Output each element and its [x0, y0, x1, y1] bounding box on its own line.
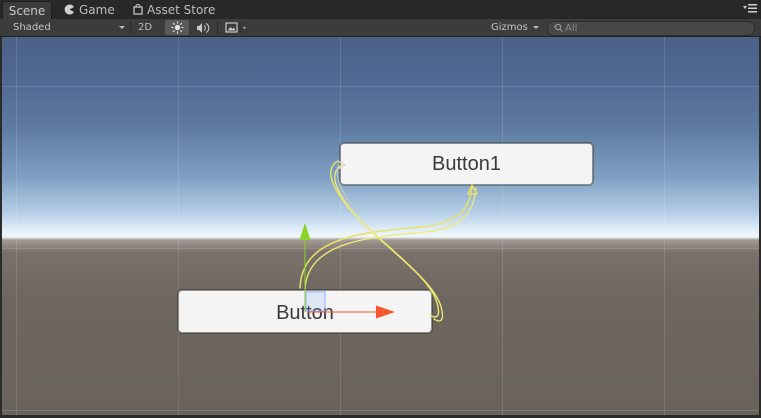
x-axis-gizmo-arrow-icon [376, 305, 395, 319]
draw-mode-label: Shaded [13, 22, 51, 33]
toggle-2d-label: 2D [137, 22, 153, 33]
tab-game-label: Game [79, 3, 115, 17]
navigation-link-curve [330, 160, 440, 318]
hierarchy-search-input[interactable]: All [547, 21, 755, 36]
sun-icon [171, 21, 184, 37]
tab-asset-store[interactable]: Asset Store [133, 1, 223, 19]
search-placeholder: All [565, 23, 578, 34]
scene-gizmo-overlay [299, 160, 479, 322]
scene-toolbar: Shaded 2D Gizmos All [0, 19, 761, 37]
navigation-link-curve [299, 186, 473, 289]
scene-audio-toggle[interactable] [192, 20, 214, 35]
tab-bar: Scene Game Asset Store [0, 0, 761, 19]
gizmos-dropdown[interactable]: Gizmos [486, 20, 542, 35]
toolbar-divider [217, 21, 218, 34]
xy-plane-handle-icon [305, 291, 326, 312]
tab-game[interactable]: Game [64, 1, 124, 19]
y-axis-gizmo-arrow-icon [299, 223, 311, 240]
search-icon [553, 22, 564, 37]
scene-lighting-toggle[interactable] [165, 20, 189, 35]
navigation-link-curve [304, 187, 477, 290]
chevron-down-icon [533, 26, 539, 29]
scene-viewport[interactable]: Button1 Button [2, 37, 759, 415]
draw-mode-dropdown[interactable]: Shaded [7, 20, 128, 35]
image-icon [224, 22, 249, 37]
tab-scene-label: Scene [8, 4, 46, 18]
gizmos-label: Gizmos [491, 22, 528, 33]
chevron-down-icon [119, 26, 125, 29]
tab-scene[interactable]: Scene [2, 1, 52, 19]
window-menu-icon[interactable] [743, 3, 757, 17]
pacman-icon [64, 2, 75, 20]
toggle-2d-button[interactable]: 2D [133, 20, 157, 35]
toolbar-divider [130, 21, 131, 34]
shopping-bag-icon [133, 2, 143, 20]
scene-effects-dropdown[interactable] [220, 20, 253, 35]
tab-asset-store-label: Asset Store [147, 3, 216, 17]
speaker-icon [196, 23, 210, 37]
